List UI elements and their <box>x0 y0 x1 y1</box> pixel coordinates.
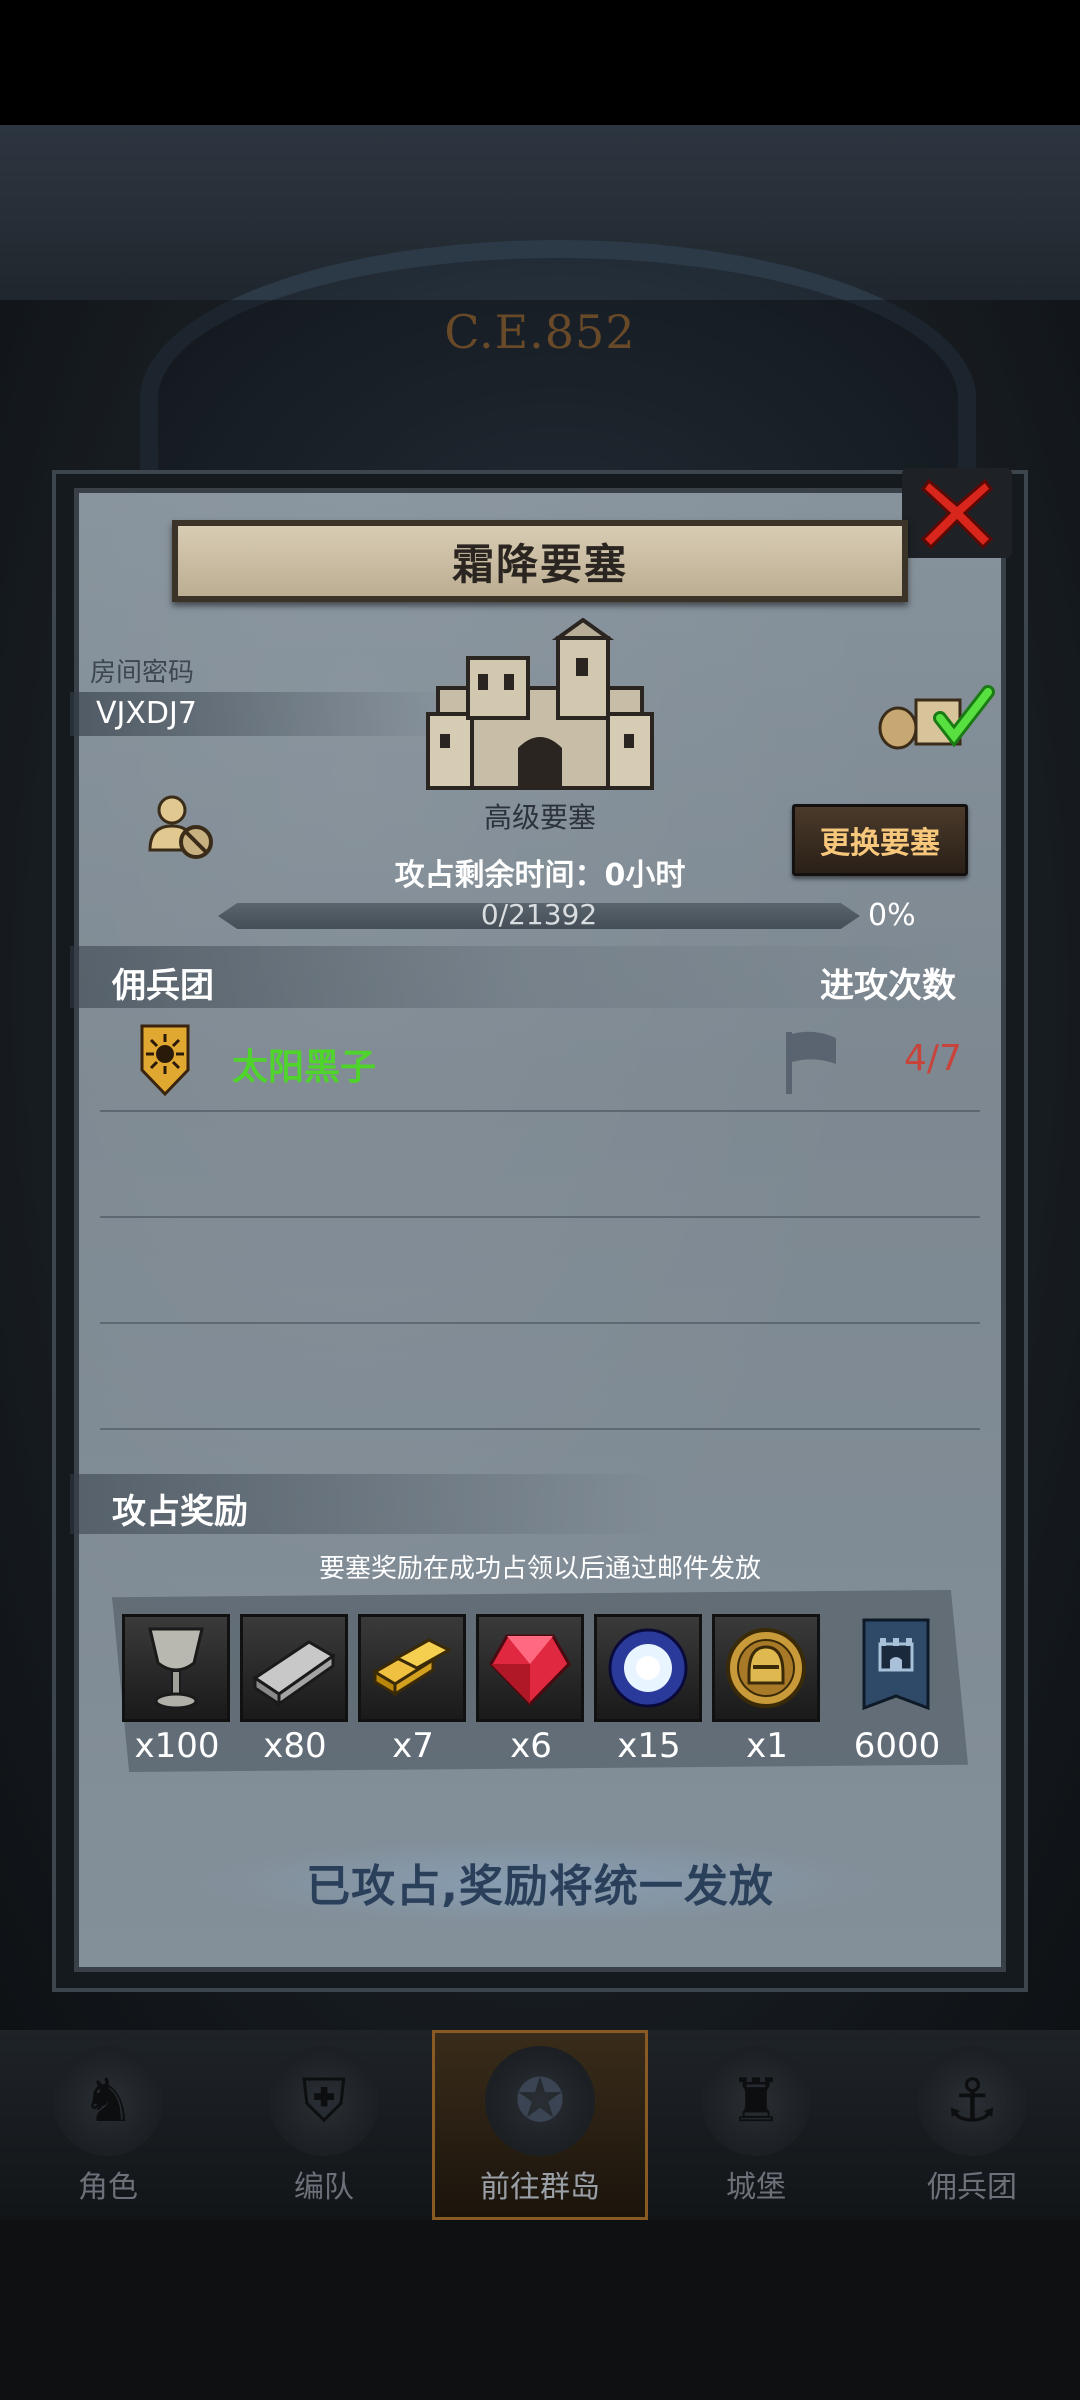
nav-label: 前往群岛 <box>480 2170 600 2205</box>
reward-qty: x100 <box>134 1726 220 1766</box>
bottom-nav: ♞ 角色 ⛨ 编队 ✪ 前往群岛 ♜ 城堡 ⚓ 佣兵团 <box>0 2030 1080 2220</box>
row-divider <box>100 1110 980 1112</box>
row-divider <box>100 1322 980 1324</box>
mercenary-title: 佣兵团 <box>112 966 214 1006</box>
helmet-coin-icon <box>712 1614 820 1722</box>
system-nav-area <box>0 2220 1080 2400</box>
capture-progress-text: 0/21392 <box>480 898 598 931</box>
fortress-level: 高级要塞 <box>483 801 596 834</box>
nav-item-formation[interactable]: ⛨ 编队 <box>216 2030 432 2220</box>
reward-item[interactable]: x6 <box>476 1614 586 1766</box>
claim-status-banner: 已攻占,奖励将统一发放 <box>190 1836 890 1928</box>
change-fortress-button[interactable]: 更换要塞 <box>792 804 968 876</box>
ruby-icon <box>476 1614 584 1722</box>
compass-icon: ✪ <box>485 2046 595 2156</box>
reward-item[interactable]: x15 <box>594 1614 704 1766</box>
reward-qty: x15 <box>617 1726 681 1766</box>
room-code-label: 房间密码 <box>90 658 195 688</box>
guild-sun-emblem-icon <box>140 1024 190 1096</box>
reward-qty: x7 <box>392 1726 434 1766</box>
reward-qty: 6000 <box>853 1726 941 1766</box>
reward-qty: x6 <box>510 1726 552 1766</box>
remaining-time: 攻占剩余时间：0小时 <box>394 858 686 893</box>
nav-item-mercenary[interactable]: ⚓ 佣兵团 <box>864 2030 1080 2220</box>
title-banner: 霜降要塞 <box>172 520 908 602</box>
loot-bag-check-icon[interactable] <box>876 682 996 752</box>
nav-label: 城堡 <box>726 2170 786 2205</box>
room-code-value[interactable]: VJXDJ7 <box>96 696 197 731</box>
no-user-icon[interactable] <box>146 792 216 862</box>
nav-label: 角色 <box>78 2170 138 2205</box>
row-divider <box>100 1216 980 1218</box>
nav-item-character[interactable]: ♞ 角色 <box>0 2030 216 2220</box>
iron-ingot-icon <box>240 1614 348 1722</box>
armor-icon: ⛨ <box>269 2046 379 2156</box>
reward-qty: x80 <box>263 1726 327 1766</box>
castle-image <box>426 618 654 790</box>
capture-progress-percent: 0% <box>868 898 916 933</box>
status-bar <box>0 0 1080 125</box>
close-button[interactable] <box>902 468 1012 558</box>
nav-label: 编队 <box>294 2170 354 2205</box>
gold-bar-icon <box>358 1614 466 1722</box>
nav-label: 佣兵团 <box>927 2170 1017 2205</box>
crystal-icon <box>594 1614 702 1722</box>
knight-icon: ♞ <box>53 2046 163 2156</box>
flag-icon <box>786 1031 836 1094</box>
reward-item[interactable]: x1 <box>712 1614 822 1766</box>
reward-item[interactable]: x80 <box>240 1614 350 1766</box>
ship-icon: ⚓ <box>917 2046 1027 2156</box>
claim-status-text: 已攻占,奖励将统一发放 <box>306 1861 774 1912</box>
change-fortress-label: 更换要塞 <box>820 826 940 861</box>
nav-item-castle[interactable]: ♜ 城堡 <box>648 2030 864 2220</box>
castle-icon: ♜ <box>701 2046 811 2156</box>
reward-note: 要塞奖励在成功占领以后通过邮件发放 <box>318 1554 761 1584</box>
guild-name[interactable]: 太阳黑子 <box>232 1038 376 1090</box>
reward-title: 攻占奖励 <box>112 1492 248 1532</box>
attack-count: 4/7 <box>904 1038 962 1079</box>
reward-item[interactable]: 6000 <box>842 1614 952 1766</box>
modal-title: 霜降要塞 <box>451 539 628 589</box>
reward-qty: x1 <box>746 1726 788 1766</box>
fortress-banner-icon <box>842 1614 950 1722</box>
reward-item[interactable]: x7 <box>358 1614 468 1766</box>
goblet-icon <box>122 1614 230 1722</box>
row-divider <box>100 1428 980 1430</box>
close-x-icon <box>920 478 994 550</box>
reward-item[interactable]: x100 <box>122 1614 232 1766</box>
nav-item-islands[interactable]: ✪ 前往群岛 <box>432 2030 648 2220</box>
attack-count-title: 进攻次数 <box>820 966 956 1006</box>
